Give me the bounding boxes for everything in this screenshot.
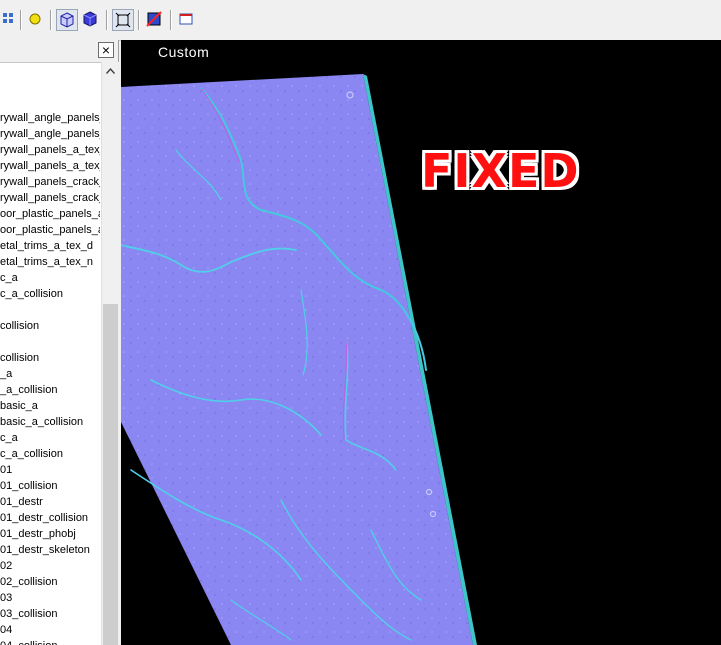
list-item[interactable] — [0, 302, 100, 318]
close-panel-button[interactable]: × — [98, 42, 114, 58]
frame-select-icon — [115, 12, 131, 28]
list-item[interactable]: rywall_panels_crack_ — [0, 190, 100, 206]
list-item[interactable]: 03_collision — [0, 606, 100, 622]
list-item[interactable]: 02_collision — [0, 574, 100, 590]
cube-outline-icon — [60, 12, 74, 28]
list-item[interactable]: c_a — [0, 430, 100, 446]
light-button[interactable] — [25, 9, 47, 31]
list-item[interactable]: 01_destr — [0, 494, 100, 510]
list-item[interactable]: etal_trims_a_tex_d — [0, 238, 100, 254]
list-item[interactable]: 01_destr_collision — [0, 510, 100, 526]
list-item[interactable] — [0, 334, 100, 350]
window-icon — [179, 13, 193, 25]
list-item[interactable]: oor_plastic_panels_a_ — [0, 206, 100, 222]
frame-button[interactable] — [112, 9, 134, 31]
window-button[interactable] — [176, 9, 198, 31]
list-item[interactable]: basic_a_collision — [0, 414, 100, 430]
vertical-scrollbar[interactable] — [101, 62, 119, 645]
panel-header: × — [0, 40, 118, 63]
list-item[interactable]: basic_a — [0, 398, 100, 414]
toolbar-separator — [50, 10, 52, 30]
fixed-overlay-text: FIXED — [421, 144, 580, 198]
list-item[interactable]: rywall_panels_crack_ — [0, 174, 100, 190]
list-item[interactable]: 02 — [0, 558, 100, 574]
scroll-up-button[interactable] — [102, 62, 119, 79]
toolbar-separator — [106, 10, 108, 30]
list-item[interactable]: 04 — [0, 622, 100, 638]
list-item[interactable]: _a — [0, 366, 100, 382]
list-item[interactable]: oor_plastic_panels_a_ — [0, 222, 100, 238]
list-item[interactable]: 01_destr_phobj — [0, 526, 100, 542]
light-bulb-icon — [29, 13, 41, 25]
toolbar-separator — [170, 10, 172, 30]
mesh-render — [121, 74, 477, 645]
list-item[interactable]: c_a — [0, 270, 100, 286]
list-item[interactable]: rywall_panels_a_tex_ — [0, 158, 100, 174]
toolbar-separator — [20, 10, 22, 30]
toolbar-separator — [138, 10, 140, 30]
list-item[interactable]: collision — [0, 318, 100, 334]
list-item[interactable]: 01_destr_skeleton — [0, 542, 100, 558]
object-list: rywall_angle_panels_ rywall_angle_panels_… — [0, 102, 100, 645]
list-item[interactable]: etal_trims_a_tex_n — [0, 254, 100, 270]
list-item[interactable]: c_a_collision — [0, 286, 100, 302]
list-item[interactable]: rywall_angle_panels_ — [0, 126, 100, 142]
solid-view-button[interactable] — [56, 9, 78, 31]
no-texture-button[interactable] — [144, 9, 166, 31]
list-item[interactable]: 01_collision — [0, 478, 100, 494]
list-item[interactable]: 01 — [0, 462, 100, 478]
3d-viewport[interactable]: Custom FIXED — [121, 40, 721, 645]
list-item[interactable]: rywall_angle_panels_ — [0, 110, 100, 126]
list-item[interactable]: _a_collision — [0, 382, 100, 398]
cube-solid-icon — [83, 11, 97, 27]
shaded-view-button[interactable] — [80, 9, 102, 31]
move-tool-button[interactable] — [0, 9, 22, 31]
list-item[interactable]: c_a_collision — [0, 446, 100, 462]
grid-move-icon — [3, 13, 13, 23]
crossed-square-icon — [146, 11, 162, 27]
object-list-panel: × rywall_angle_panels_ rywall_angle_panel… — [0, 40, 119, 645]
toolbar — [0, 0, 721, 41]
list-item[interactable]: rywall_panels_a_tex_ — [0, 142, 100, 158]
chevron-up-icon — [106, 67, 115, 74]
list-item[interactable]: collision — [0, 350, 100, 366]
list-item[interactable]: 03 — [0, 590, 100, 606]
camera-label: Custom — [158, 44, 210, 60]
scroll-thumb[interactable] — [103, 304, 118, 645]
list-item[interactable]: 04_collision — [0, 638, 100, 645]
